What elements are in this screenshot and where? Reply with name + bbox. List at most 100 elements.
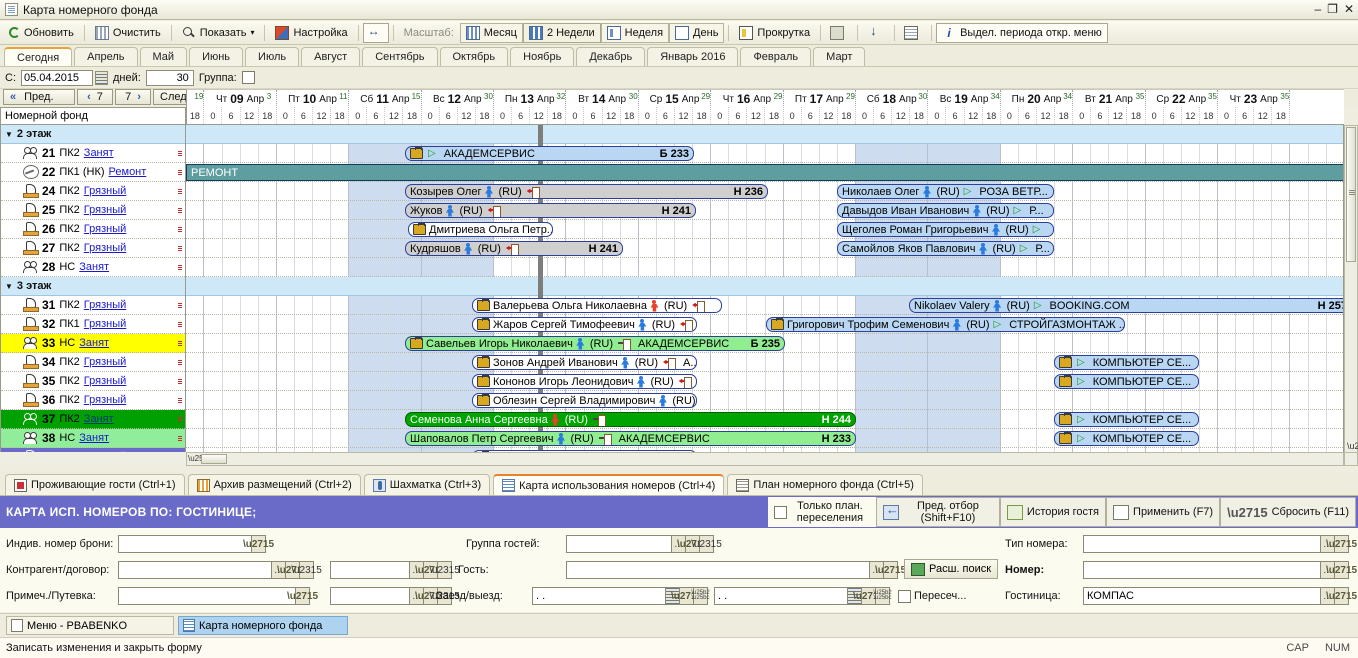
reset-button[interactable]: \u2715 Сбросить (F11): [1220, 497, 1356, 527]
booking-bar[interactable]: Кудряшов (RU) Н 241: [405, 241, 623, 256]
booking-bar[interactable]: Валерьева Ольга Николаевна (RU): [472, 298, 722, 313]
hotel-clear-button[interactable]: \u2715: [1326, 587, 1357, 605]
room-status[interactable]: Занят: [84, 147, 114, 159]
room-status[interactable]: Занят: [79, 337, 109, 349]
month-tab-12[interactable]: Март: [813, 47, 866, 66]
checkin-spinner[interactable]: \u25b2 \u25bc: [691, 587, 710, 605]
horizontal-scrollbar[interactable]: \u25c0: [186, 452, 1344, 466]
gantt-row[interactable]: [186, 277, 1343, 296]
floor-group-header[interactable]: ▼ 2 этаж: [1, 125, 185, 144]
contract-input[interactable]: [330, 561, 410, 579]
collapse-triangle-icon[interactable]: ▼: [5, 282, 13, 291]
room-row-21[interactable]: 21 ПК2 Занят: [1, 144, 185, 163]
month-tab-5[interactable]: Август: [301, 47, 361, 66]
room-row-32[interactable]: 32 ПК1 Грязный: [1, 315, 185, 334]
guest-group-search-button[interactable]: \u2315: [691, 535, 722, 553]
booking-bar[interactable]: Давыдов Иван Иванович (RU) ▷ Р...: [837, 203, 1054, 218]
month-tab-0[interactable]: Сегодня: [4, 47, 73, 66]
room-row-34[interactable]: 34 ПК2 Грязный: [1, 353, 185, 372]
gantt-row[interactable]: [186, 315, 1343, 334]
month-tab-7[interactable]: Октябрь: [439, 47, 509, 66]
room-row-33[interactable]: 33 НС Занят: [1, 334, 185, 353]
checkout-date-input[interactable]: . .: [714, 587, 848, 605]
gantt-row[interactable]: [186, 239, 1343, 258]
horizontal-scrollbar-thumb[interactable]: [201, 454, 227, 464]
refresh-button[interactable]: Обновить: [3, 23, 80, 43]
room-row-36[interactable]: 36 ПК2 Грязный: [1, 391, 185, 410]
vertical-scrollbar-thumb[interactable]: [1346, 127, 1356, 262]
booking-bar[interactable]: ▷ АКАДЕМСЕРВИС Б 233: [405, 146, 694, 161]
room-status[interactable]: Занят: [79, 261, 109, 273]
gantt-row[interactable]: [186, 201, 1343, 220]
booking-bar[interactable]: Зонов Андрей Иванович (RU) А...: [472, 355, 697, 370]
month-tab-11[interactable]: Февраль: [740, 47, 812, 66]
room-row-28[interactable]: 28 НС Занят: [1, 258, 185, 277]
booking-bar[interactable]: РЕМОНТ: [186, 164, 1343, 181]
booking-bar[interactable]: Nikolaev Valery (RU)▷ BOOKING.COM Н 257: [909, 298, 1343, 313]
period-menu-button[interactable]: i Выдел. периода откр. меню: [936, 22, 1108, 43]
room-status[interactable]: Грязный: [84, 204, 126, 216]
booking-bar[interactable]: Щеголев Роман Григорьевич (RU) ▷: [837, 222, 1054, 237]
room-clear-button[interactable]: \u2715: [1326, 561, 1357, 579]
gantt-row[interactable]: [186, 391, 1343, 410]
only-plan-checkbox-group[interactable]: Только план. переселения: [767, 497, 876, 527]
scale-week-button[interactable]: Неделя: [600, 22, 670, 43]
booking-bar[interactable]: Жуков (RU) Н 241: [405, 203, 696, 218]
booking-bar[interactable]: ▷ КОМПЬЮТЕР СЕ...: [1054, 374, 1199, 389]
start-date-input[interactable]: 05.04.2015: [21, 69, 93, 86]
booking-bar[interactable]: ▷ КОМПЬЮТЕР СЕ...: [1054, 355, 1199, 370]
booking-bar[interactable]: Николаев Олег (RU) ▷ РОЗА ВЕТР...: [837, 184, 1054, 199]
report-button[interactable]: [899, 23, 927, 43]
group-checkbox[interactable]: [241, 71, 255, 84]
only-plan-checkbox[interactable]: [773, 505, 787, 519]
month-tab-9[interactable]: Декабрь: [576, 47, 646, 66]
maximize-icon[interactable]: ❐: [1327, 2, 1338, 16]
room-status[interactable]: Занят: [79, 432, 109, 444]
show-button[interactable]: Показать ▾: [176, 23, 261, 43]
month-tab-3[interactable]: Июнь: [189, 47, 244, 66]
indiv-booking-input[interactable]: [118, 535, 252, 553]
room-row-37[interactable]: 37 ПК2 Занят: [1, 410, 185, 429]
room-status[interactable]: Грязный: [84, 185, 126, 197]
bottom-tab-3[interactable]: Карта использования номеров (Ctrl+4): [493, 474, 725, 495]
month-tab-6[interactable]: Сентябрь: [362, 47, 438, 66]
room-input[interactable]: [1083, 561, 1321, 579]
days-count-input[interactable]: 30: [145, 69, 194, 86]
fit-width-button[interactable]: [362, 22, 389, 43]
bottom-tab-0[interactable]: Проживающие гости (Ctrl+1): [5, 474, 185, 495]
room-status[interactable]: Грязный: [84, 223, 126, 235]
note-clear-button[interactable]: \u2715: [287, 587, 318, 605]
room-row-26[interactable]: 26 ПК2 Грязный: [1, 220, 185, 239]
booking-bar[interactable]: Кононов Игорь Леонидович (RU): [472, 374, 697, 389]
export-button[interactable]: [862, 23, 890, 43]
gantt-row[interactable]: [186, 258, 1343, 277]
guest-clear-button[interactable]: \u2715: [875, 561, 906, 579]
booking-bar[interactable]: Шаповалов Петр Сергеевич (RU) АКАДЕМСЕРВИС…: [405, 431, 856, 446]
booking-bar[interactable]: Савельев Игорь Николаевич (RU) АКАДЕМСЕРВИ…: [405, 336, 785, 351]
taskbar-item-1[interactable]: Карта номерного фонда: [178, 616, 348, 635]
hotel-input[interactable]: КОМПАС: [1083, 587, 1321, 605]
room-row-38[interactable]: 38 НС Занят: [1, 429, 185, 448]
room-type-clear-button[interactable]: \u2715: [1326, 535, 1357, 553]
guest-input[interactable]: [566, 561, 870, 579]
contractor-search-button[interactable]: \u2315: [291, 561, 322, 579]
booking-bar[interactable]: Облезин Сергей Владимирович (RU): [472, 393, 697, 408]
booking-bar[interactable]: Самойлов Яков Павлович (RU) ▷ Р...: [837, 241, 1054, 256]
scroll-down-icon[interactable]: \u25bc: [1347, 441, 1358, 451]
room-row-35[interactable]: 35 ПК2 Грязный: [1, 372, 185, 391]
step-forward-button[interactable]: 7 ›: [115, 89, 151, 105]
print-button[interactable]: [825, 23, 853, 43]
note-input[interactable]: [118, 587, 296, 605]
month-tab-1[interactable]: Апрель: [74, 47, 138, 66]
room-status[interactable]: Ремонт: [109, 166, 147, 178]
indiv-booking-clear-button[interactable]: \u2715: [243, 535, 274, 553]
step-back-button[interactable]: ‹ 7: [77, 89, 113, 105]
room-status[interactable]: Грязный: [84, 375, 126, 387]
room-row-25[interactable]: 25 ПК2 Грязный: [1, 201, 185, 220]
gantt-row[interactable]: [186, 125, 1343, 144]
checkin-date-input[interactable]: . .: [532, 587, 666, 605]
room-row-24[interactable]: 24 ПК2 Грязный: [1, 182, 185, 201]
floor-group-header[interactable]: ▼ 3 этаж: [1, 277, 185, 296]
booking-bar[interactable]: Жаров Сергей Тимофеевич (RU): [472, 317, 697, 332]
clear-button[interactable]: Очистить: [89, 23, 167, 43]
